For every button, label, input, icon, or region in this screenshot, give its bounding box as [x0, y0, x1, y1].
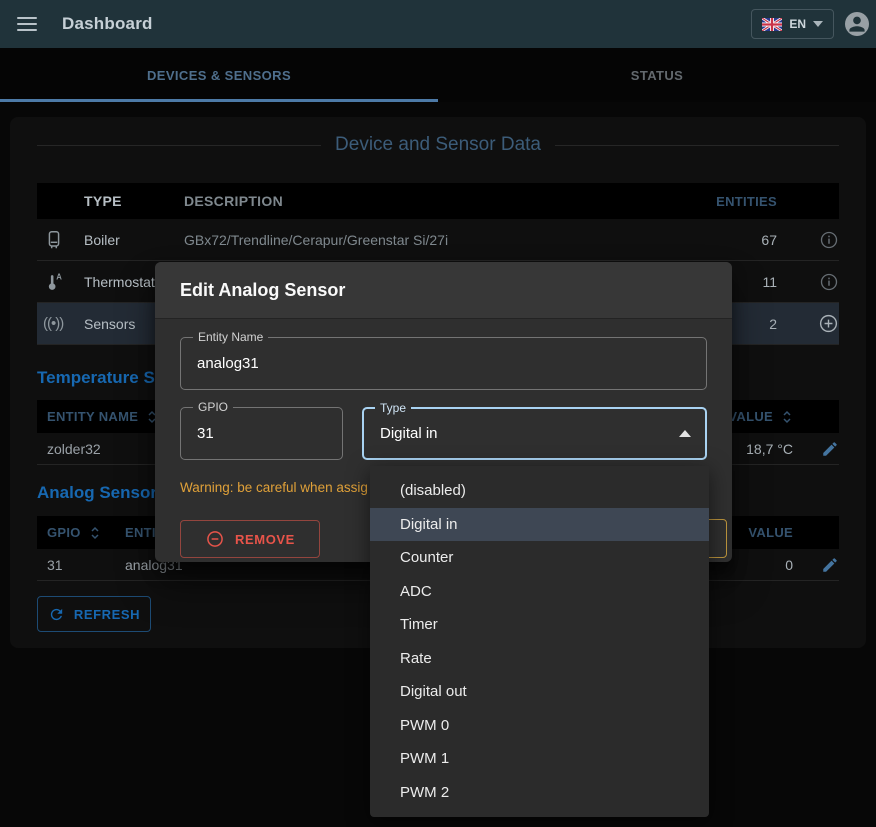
menu-item-digital-in[interactable]: Digital in: [370, 508, 709, 542]
refresh-icon: [48, 606, 65, 623]
language-selector[interactable]: EN: [751, 9, 834, 39]
boiler-icon: [37, 229, 84, 251]
topbar: Dashboard EN: [0, 0, 876, 48]
chevron-up-icon: [679, 430, 691, 437]
sort-icon: [89, 526, 101, 540]
remove-circle-icon: [205, 529, 225, 549]
gpio-label: GPIO: [193, 399, 233, 416]
type-label: Type: [375, 400, 411, 417]
refresh-button[interactable]: REFRESH: [37, 596, 151, 632]
info-icon[interactable]: [819, 230, 839, 250]
table-row-boiler[interactable]: Boiler GBx72/Trendline/Cerapur/Greenstar…: [37, 219, 839, 261]
header-type: TYPE: [84, 193, 184, 209]
edit-pencil-icon[interactable]: [821, 440, 839, 458]
info-icon[interactable]: [819, 272, 839, 292]
sort-icon: [781, 410, 793, 424]
language-label: EN: [789, 17, 806, 31]
gpio-field[interactable]: GPIO 31: [180, 407, 343, 460]
page-title: Device and Sensor Data: [335, 134, 541, 156]
tab-devices-sensors[interactable]: DEVICES & SENSORS: [0, 48, 438, 102]
type-value: Digital in: [380, 425, 438, 442]
menu-item-pwm1[interactable]: PWM 1: [370, 742, 709, 776]
user-avatar[interactable]: [845, 12, 869, 36]
type-select[interactable]: Type Digital in: [362, 407, 707, 460]
menu-item-counter[interactable]: Counter: [370, 541, 709, 575]
remove-button[interactable]: REMOVE: [180, 520, 320, 558]
edit-pencil-icon[interactable]: [821, 556, 839, 574]
entity-name-field[interactable]: Entity Name analog31: [180, 337, 707, 390]
dialog-title: Edit Analog Sensor: [180, 280, 345, 301]
svg-text:A: A: [56, 272, 62, 281]
dialog-header: Edit Analog Sensor: [155, 262, 732, 319]
menu-item-digital-out[interactable]: Digital out: [370, 675, 709, 709]
menu-item-rate[interactable]: Rate: [370, 642, 709, 676]
menu-item-pwm0[interactable]: PWM 0: [370, 709, 709, 743]
type-dropdown-menu: (disabled) Digital in Counter ADC Timer …: [370, 466, 709, 817]
menu-item-timer[interactable]: Timer: [370, 608, 709, 642]
menu-item-disabled[interactable]: (disabled): [370, 474, 709, 508]
devices-table-header: TYPE DESCRIPTION ENTITIES: [37, 183, 839, 219]
header-entities: ENTITIES: [691, 194, 781, 209]
tabbar: DEVICES & SENSORS STATUS: [0, 48, 876, 102]
sensors-icon: ((•)): [37, 315, 84, 332]
card-title-row: Device and Sensor Data: [37, 117, 839, 163]
app-title: Dashboard: [62, 14, 153, 34]
menu-item-adc[interactable]: ADC: [370, 575, 709, 609]
add-entity-icon[interactable]: [818, 313, 839, 334]
tab-status[interactable]: STATUS: [438, 48, 876, 102]
screen: Dashboard EN: [0, 0, 876, 827]
chevron-down-icon: [813, 21, 823, 27]
uk-flag-icon: [762, 18, 782, 31]
entity-name-label: Entity Name: [193, 329, 268, 346]
header-gpio[interactable]: GPIO: [37, 525, 117, 540]
gpio-value: 31: [197, 425, 214, 442]
menu-item-pwm2[interactable]: PWM 2: [370, 776, 709, 810]
header-description: DESCRIPTION: [184, 193, 691, 209]
thermostat-icon: A: [37, 271, 84, 293]
menu-icon[interactable]: [17, 17, 37, 31]
entity-name-value: analog31: [197, 355, 259, 372]
person-icon: [845, 12, 869, 36]
